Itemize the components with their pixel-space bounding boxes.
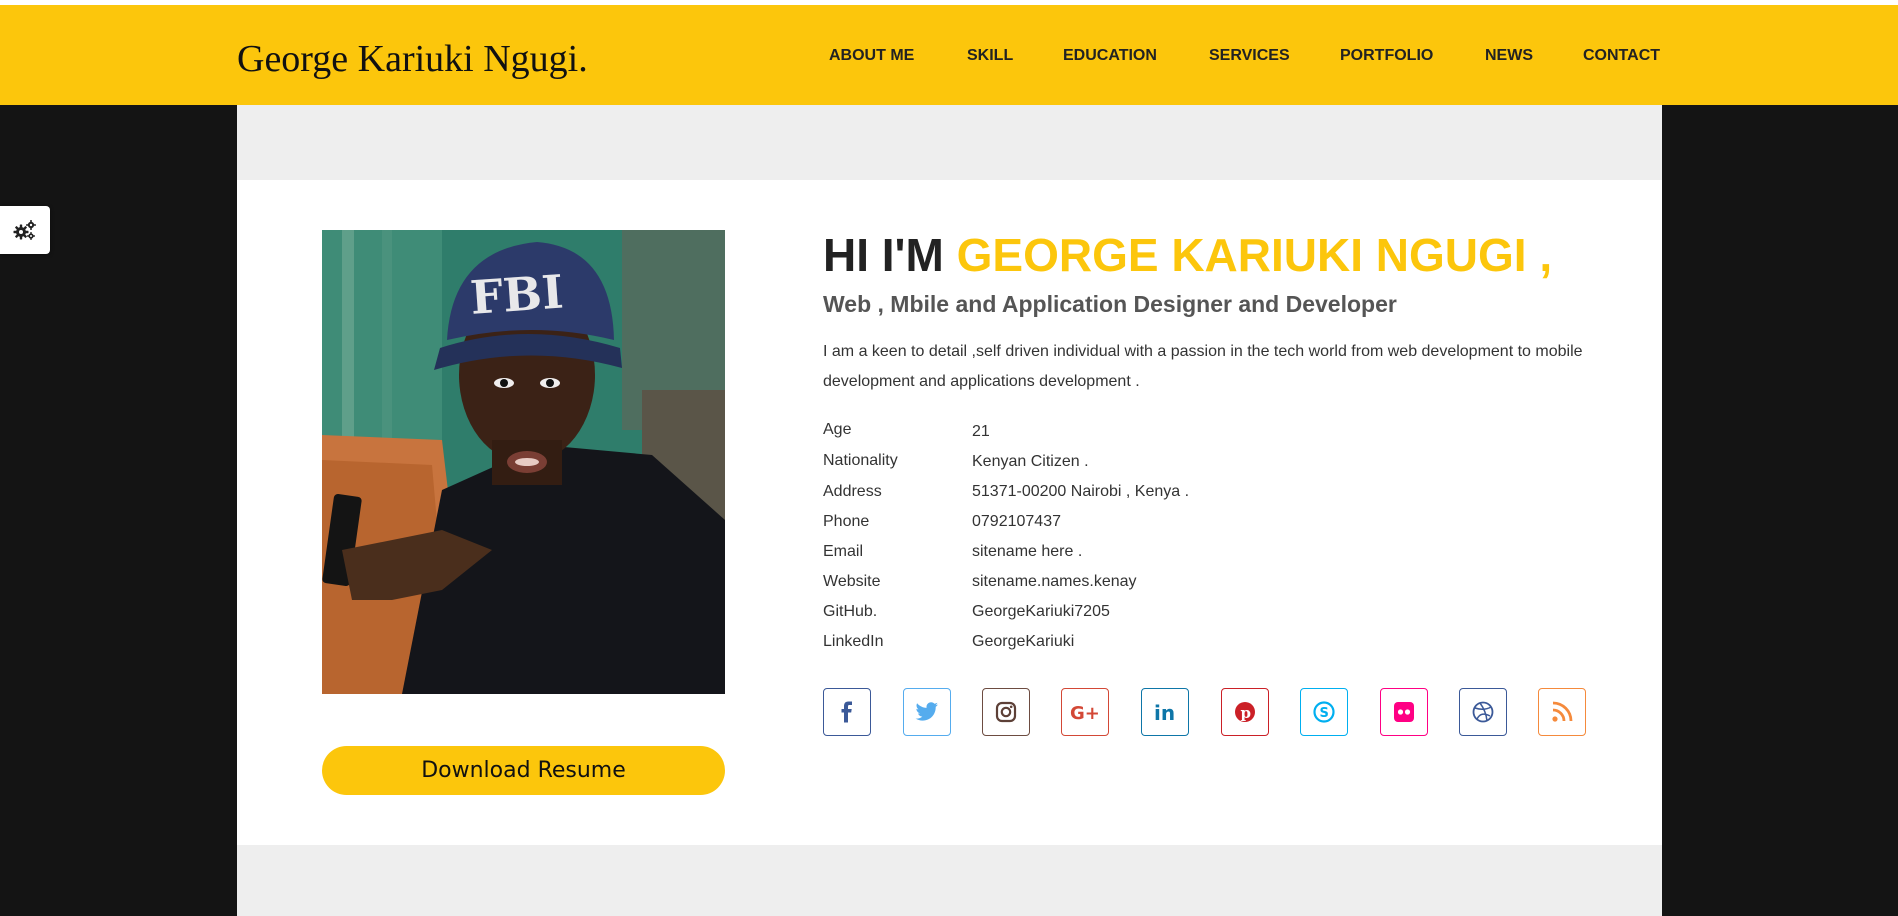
svg-text:p: p xyxy=(1241,704,1252,722)
svg-text:S: S xyxy=(1320,706,1329,721)
social-dribbble-button[interactable] xyxy=(1459,688,1507,736)
nav-portfolio[interactable]: PORTFOLIO xyxy=(1340,47,1433,65)
facebook-icon xyxy=(841,701,852,723)
dribbble-icon xyxy=(1472,701,1494,723)
nav-education[interactable]: EDUCATION xyxy=(1063,47,1157,65)
info-value-github: GeorgeKariuki7205 xyxy=(972,603,1110,620)
nav-news[interactable]: NEWS xyxy=(1485,47,1533,65)
nav-skill[interactable]: SKILL xyxy=(967,47,1013,65)
info-label-phone: Phone xyxy=(823,513,870,530)
twitter-icon xyxy=(915,702,938,721)
social-skype-button[interactable]: S xyxy=(1300,688,1348,736)
info-value-phone: 0792107437 xyxy=(972,513,1061,530)
hero-bio: I am a keen to detail ,self driven indiv… xyxy=(823,343,1583,390)
info-value-nationality: Kenyan Citizen . xyxy=(972,453,1089,470)
next-section-strip xyxy=(237,845,1662,916)
download-resume-button[interactable]: Download Resume xyxy=(322,746,725,795)
social-rss-button[interactable] xyxy=(1538,688,1586,736)
linkedin-icon: in xyxy=(1154,701,1175,723)
social-twitter-button[interactable] xyxy=(903,688,951,736)
social-linkedin-button[interactable]: in xyxy=(1141,688,1189,736)
info-label-nationality: Nationality xyxy=(823,452,898,469)
svg-text:FBI: FBI xyxy=(469,265,566,325)
info-label-email: Email xyxy=(823,543,864,560)
info-value-email: sitename here . xyxy=(972,543,1083,560)
hero-greeting: HI I'M xyxy=(823,229,957,281)
hero-subtitle: Web , Mbile and Application Designer and… xyxy=(823,291,1397,317)
nav-about-me[interactable]: ABOUT ME xyxy=(829,47,914,65)
social-pinterest-button[interactable]: p xyxy=(1221,688,1269,736)
main-nav: ABOUT ME SKILL EDUCATION SERVICES PORTFO… xyxy=(0,47,1898,67)
svg-text:G+: G+ xyxy=(1070,703,1100,722)
info-value-website: sitename.names.kenay xyxy=(972,573,1137,590)
info-label-age: Age xyxy=(823,421,852,438)
hero-name: GEORGE KARIUKI NGUGI , xyxy=(956,229,1553,281)
social-facebook-button[interactable] xyxy=(823,688,871,736)
instagram-icon xyxy=(995,701,1017,723)
nav-services[interactable]: SERVICES xyxy=(1209,47,1290,65)
skype-icon: S xyxy=(1313,701,1335,723)
site-header: George Kariuki Ngugi. ABOUT ME SKILL EDU… xyxy=(0,5,1898,105)
info-value-address: 51371-00200 Nairobi , Kenya . xyxy=(972,483,1190,500)
rss-icon xyxy=(1552,701,1573,722)
info-label-github: GitHub. xyxy=(823,603,878,620)
google-plus-icon: G+ xyxy=(1070,703,1100,722)
info-value-linkedin: GeorgeKariuki xyxy=(972,633,1075,650)
hero-title: HI I'M GEORGE KARIUKI NGUGI , xyxy=(823,228,1552,282)
svg-text:in: in xyxy=(1154,701,1175,723)
social-instagram-button[interactable] xyxy=(982,688,1030,736)
info-label-website: Website xyxy=(823,573,881,590)
gears-icon xyxy=(13,220,36,240)
flickr-icon xyxy=(1394,702,1414,722)
info-label-linkedin: LinkedIn xyxy=(823,633,884,650)
nav-contact[interactable]: CONTACT xyxy=(1583,47,1660,65)
info-value-age: 21 xyxy=(972,423,990,440)
social-flickr-button[interactable] xyxy=(1380,688,1428,736)
social-google-plus-button[interactable]: G+ xyxy=(1061,688,1109,736)
profile-photo: FBI xyxy=(322,230,725,694)
settings-toggle[interactable] xyxy=(0,206,50,254)
info-label-address: Address xyxy=(823,483,882,500)
pinterest-icon: p xyxy=(1235,702,1255,722)
